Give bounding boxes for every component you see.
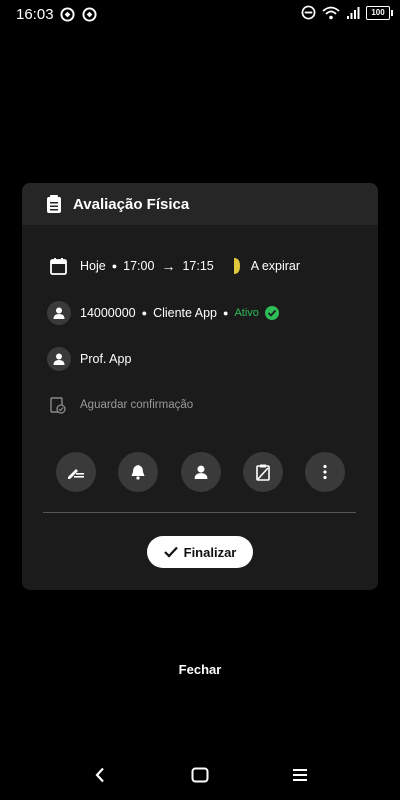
clipboard-off-icon [255,464,270,481]
app-notification-icon [60,7,75,22]
app-notification-icon-2 [82,7,97,22]
divider [43,512,356,513]
client-name: Cliente App [153,306,217,320]
schedule-end: 17:15 [182,259,214,273]
arrow-right-icon: → [161,258,176,274]
professional-row[interactable]: Prof. App [47,347,131,371]
calendar-icon [47,255,69,277]
expiring-indicator-icon [233,258,240,274]
separator-dot: ● [141,308,148,318]
schedule-start: 17:00 [123,259,155,273]
separator-dot: ● [111,261,118,271]
card-title: Avaliação Física [73,195,190,213]
status-time: 16:03 [16,6,54,23]
navigation-bar [0,755,400,795]
client-row[interactable]: 14000000 ● Cliente App ● Ativo [47,301,279,325]
clipboard-icon [47,195,61,213]
client-profile-button[interactable] [180,452,221,492]
person-icon [47,301,71,325]
do-not-disturb-icon [301,5,316,20]
finalize-label: Finalizar [183,544,237,560]
schedule-row: Hoje ● 17:00 → 17:15 A expirar [47,255,300,277]
client-status: Ativo [234,307,259,319]
appointment-card: Avaliação Física Hoje ● 17:00 → 17:15 A … [22,183,378,590]
back-chevron-icon [95,767,104,783]
person-icon [194,465,207,479]
check-circle-icon [264,306,279,320]
separator-dot: ● [223,308,229,318]
confirmation-row: Aguardar confirmação [47,394,193,416]
edit-list-icon [68,469,84,479]
signal-icon [347,6,360,19]
notify-button[interactable] [118,452,159,492]
status-bar: 16:03 100 [0,0,400,28]
check-icon [163,546,178,558]
home-square-icon [191,767,209,783]
finalize-button[interactable]: Finalizar [147,536,253,568]
bell-icon [131,465,145,480]
confirmation-status: Aguardar confirmação [80,399,194,411]
professional-icon [47,347,71,371]
schedule-day: Hoje [80,259,106,273]
more-vertical-icon [323,464,327,480]
more-options-button[interactable] [305,452,345,492]
pending-confirmation-icon [47,394,69,416]
close-button[interactable]: Fechar [0,662,400,677]
recent-apps-button[interactable] [288,763,312,787]
wifi-icon [322,6,340,19]
edit-notes-button[interactable] [56,452,96,492]
menu-lines-icon [293,769,307,781]
action-buttons [56,452,345,492]
card-header: Avaliação Física [22,183,378,225]
battery-indicator: 100 [366,5,393,20]
back-button[interactable] [88,763,112,787]
schedule-status: A expirar [250,259,301,273]
home-button[interactable] [188,763,212,787]
professional-name: Prof. App [80,352,132,366]
client-id: 14000000 [80,306,136,320]
cancel-appointment-button[interactable] [242,452,283,492]
